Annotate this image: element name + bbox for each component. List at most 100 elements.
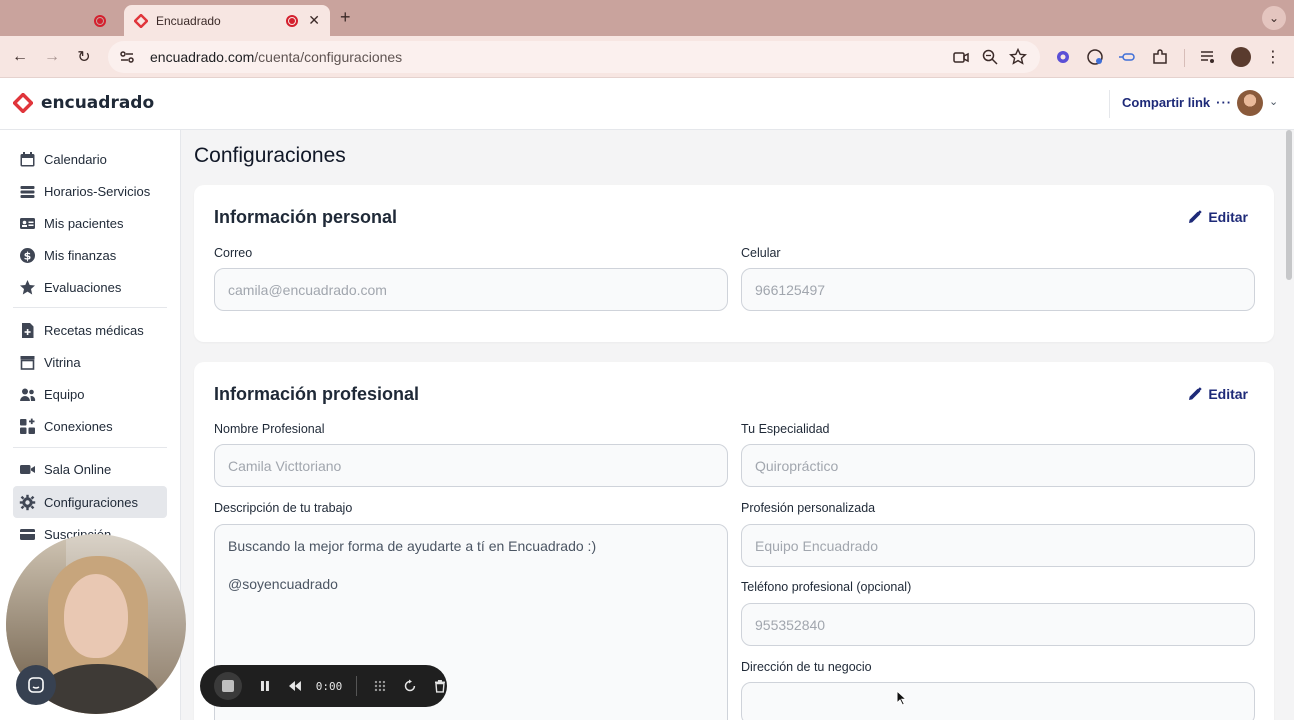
- star-icon: [20, 279, 35, 294]
- sidebar-item-calendario[interactable]: Calendario: [13, 143, 167, 175]
- sidebar-item-vitrina[interactable]: Vitrina: [13, 346, 167, 378]
- tab-search-chevron-icon[interactable]: ⌄: [1262, 6, 1286, 30]
- browser-tab-recording[interactable]: [78, 5, 122, 36]
- webcam-person-face: [64, 574, 128, 658]
- chat-support-button[interactable]: [16, 665, 56, 705]
- restart-icon[interactable]: [403, 679, 417, 693]
- recorder-divider: [356, 676, 358, 696]
- professional-info-title: Información profesional: [214, 384, 420, 404]
- extension-link-icon[interactable]: [1118, 48, 1136, 66]
- forward-arrow-icon[interactable]: →: [40, 45, 64, 69]
- email-field[interactable]: camila@encuadrado.com: [214, 268, 728, 311]
- stop-recording-button[interactable]: [214, 672, 242, 700]
- close-tab-icon[interactable]: ✕: [308, 12, 320, 29]
- share-link-button[interactable]: Compartir link ···: [1122, 95, 1232, 110]
- share-link-label: Compartir link: [1122, 95, 1211, 110]
- phone-field[interactable]: 966125497: [741, 268, 1255, 311]
- user-avatar[interactable]: [1237, 90, 1263, 116]
- app-header: encuadrado Compartir link ··· ⌄: [0, 78, 1294, 130]
- description-line: Buscando la mejor forma de ayudarte a tí…: [228, 538, 597, 554]
- back-arrow-icon[interactable]: ←: [8, 45, 32, 69]
- recording-timer: 0:00: [315, 679, 343, 693]
- drag-handle-icon[interactable]: [373, 679, 387, 693]
- email-label: Correo: [214, 246, 253, 260]
- dollar-circle-icon: $: [20, 247, 35, 263]
- sidebar-item-horarios-servicios[interactable]: Horarios-Servicios: [13, 175, 167, 207]
- brand-logo[interactable]: encuadrado: [13, 93, 154, 113]
- professional-name-field[interactable]: Camila Victtoriano: [214, 444, 728, 487]
- encuadrado-favicon-icon: [134, 13, 148, 28]
- rewind-icon[interactable]: [288, 679, 302, 693]
- personal-info-card: Información personal Editar Correo camil…: [194, 185, 1274, 342]
- chat-icon: [28, 677, 44, 693]
- browser-tab-bar: Encuadrado ✕ + ⌄: [0, 0, 1294, 36]
- gear-icon: [19, 494, 36, 510]
- address-bar[interactable]: encuadrado.com/cuenta/configuraciones: [108, 41, 1040, 73]
- sidebar-item-label: Evaluaciones: [44, 279, 122, 295]
- sidebar-item-label: Recetas médicas: [44, 322, 144, 338]
- sidebar-item-label: Calendario: [44, 151, 107, 167]
- sidebar-item-recetas-medicas[interactable]: Recetas médicas: [13, 314, 167, 346]
- edit-professional-button[interactable]: Editar: [1188, 386, 1248, 402]
- recording-icon: [94, 14, 106, 27]
- edit-personal-button[interactable]: Editar: [1188, 209, 1248, 225]
- phone-label: Celular: [741, 246, 781, 260]
- page-title: Configuraciones: [194, 144, 346, 167]
- sidebar-item-evaluaciones[interactable]: Evaluaciones: [13, 271, 167, 303]
- header-divider: [1109, 90, 1110, 118]
- trash-icon[interactable]: [433, 679, 447, 693]
- id-card-icon: [20, 217, 35, 229]
- zoom-icon[interactable]: [981, 48, 999, 66]
- business-address-label: Dirección de tu negocio: [741, 660, 872, 674]
- site-settings-icon[interactable]: [118, 48, 136, 66]
- specialty-field[interactable]: Quiropráctico: [741, 444, 1255, 487]
- browser-toolbar: ← → ↻ encuadrado.com/cuenta/configuracio…: [0, 36, 1294, 78]
- pause-icon[interactable]: [258, 679, 272, 693]
- video-camera-icon: [20, 464, 35, 474]
- tab-title: Encuadrado: [156, 13, 221, 28]
- sidebar-item-mis-finanzas[interactable]: $ Mis finanzas: [13, 239, 167, 271]
- apps-grid-icon: [20, 418, 35, 434]
- personal-info-title: Información personal: [214, 207, 398, 227]
- bookmark-star-icon[interactable]: [1009, 48, 1027, 66]
- prescription-file-icon: [22, 322, 34, 338]
- chevron-down-icon[interactable]: ⌄: [1269, 95, 1278, 108]
- extensions-puzzle-icon[interactable]: [1151, 48, 1169, 66]
- profile-avatar[interactable]: [1231, 47, 1251, 67]
- team-users-icon: [20, 388, 36, 401]
- mouse-cursor-icon: [896, 690, 908, 706]
- page-scrollbar[interactable]: [1286, 130, 1292, 280]
- sidebar-item-mis-pacientes[interactable]: Mis pacientes: [13, 207, 167, 239]
- custom-profession-field[interactable]: Equipo Encuadrado: [741, 524, 1255, 567]
- calendar-icon: [20, 151, 35, 166]
- new-tab-icon[interactable]: +: [340, 7, 351, 28]
- professional-phone-field[interactable]: 955352840: [741, 603, 1255, 646]
- sidebar-divider: [13, 447, 167, 448]
- brand-name: encuadrado: [41, 93, 155, 113]
- sidebar-item-conexiones[interactable]: Conexiones: [13, 410, 167, 442]
- sidebar-item-sala-online[interactable]: Sala Online: [13, 453, 167, 485]
- sidebar-item-configuraciones[interactable]: Configuraciones: [13, 486, 167, 518]
- business-address-field[interactable]: [741, 682, 1255, 720]
- toolbar-divider: [1184, 49, 1185, 67]
- camera-icon[interactable]: [952, 48, 970, 66]
- extension-gear-icon[interactable]: [1054, 48, 1072, 66]
- sidebar-item-label: Sala Online: [44, 461, 112, 477]
- sidebar-item-label: Mis pacientes: [44, 215, 124, 231]
- extension-globe-icon[interactable]: [1086, 48, 1104, 66]
- more-dots-icon: ···: [1216, 95, 1233, 110]
- pencil-icon: [1189, 210, 1203, 223]
- sidebar-item-label: Equipo: [44, 386, 85, 402]
- edit-label: Editar: [1208, 209, 1248, 225]
- storefront-icon: [20, 355, 35, 370]
- url-text: encuadrado.com/cuenta/configuraciones: [150, 49, 403, 65]
- professional-phone-label: Teléfono profesional (opcional): [741, 580, 912, 594]
- reload-icon[interactable]: ↻: [72, 45, 96, 69]
- custom-profession-label: Profesión personalizada: [741, 501, 876, 515]
- media-queue-icon[interactable]: [1199, 48, 1217, 66]
- browser-tab-active[interactable]: Encuadrado ✕: [124, 5, 330, 36]
- browser-menu-icon[interactable]: ⋮: [1261, 45, 1285, 69]
- sidebar-divider: [13, 307, 167, 308]
- sidebar-item-equipo[interactable]: Equipo: [13, 378, 167, 410]
- sidebar-item-label: Horarios-Servicios: [44, 183, 151, 199]
